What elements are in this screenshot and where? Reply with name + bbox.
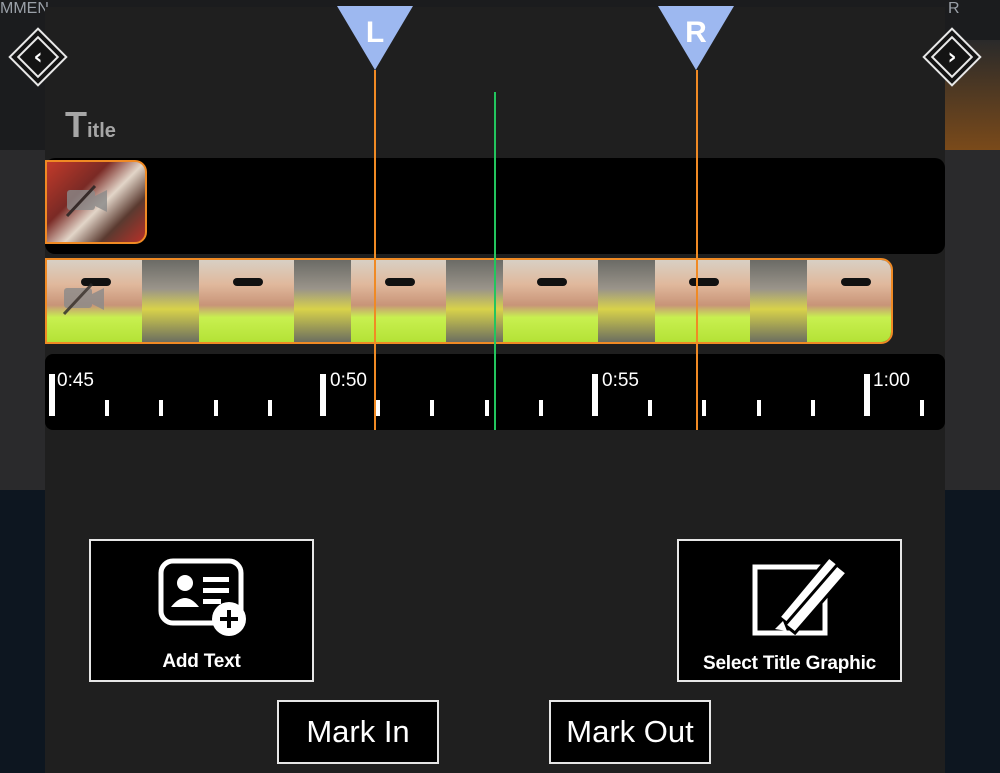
select-title-graphic-label: Select Title Graphic (702, 653, 877, 674)
ruler-minor-tick (702, 400, 706, 416)
video-camera-icon (62, 282, 104, 316)
background-header-label-left: MMEN (0, 0, 49, 17)
ruler-label: 1:00 (873, 370, 910, 391)
video-thumbnail (750, 260, 807, 342)
mark-out-button[interactable]: Mark Out (549, 700, 711, 764)
title-track-label: Title (65, 104, 116, 145)
ruler-minor-tick (105, 400, 109, 416)
mark-out-handle-label: R (685, 16, 707, 49)
video-thumbnail (351, 260, 446, 342)
add-contact-card-icon (158, 558, 246, 636)
mark-out-handle[interactable]: R (658, 6, 734, 70)
background-header-label-right: R (948, 0, 960, 17)
ruler-major-tick (592, 374, 598, 416)
ruler-label: 0:45 (57, 370, 94, 391)
ruler-minor-tick (159, 400, 163, 416)
add-text-label: Add Text (162, 651, 241, 672)
ruler-minor-tick (920, 400, 924, 416)
ruler-minor-tick (376, 400, 380, 416)
playhead[interactable] (494, 92, 496, 430)
add-text-button[interactable]: Add Text (89, 539, 314, 682)
mark-in-handle[interactable]: L (337, 6, 413, 70)
video-thumbnail (807, 260, 891, 342)
previous-button[interactable]: ‹ (8, 27, 68, 87)
video-thumbnail (598, 260, 655, 342)
mark-out-line (696, 70, 698, 430)
ruler-minor-tick (757, 400, 761, 416)
video-camera-icon (65, 184, 107, 218)
ruler-minor-tick (485, 400, 489, 416)
next-button[interactable]: › (922, 27, 982, 87)
mark-in-line (374, 70, 376, 430)
video-clip[interactable] (45, 258, 893, 344)
video-thumbnail (294, 260, 351, 342)
mark-in-button[interactable]: Mark In (277, 700, 439, 764)
title-clip[interactable] (45, 160, 147, 244)
select-title-graphic-button[interactable]: Select Title Graphic (677, 539, 902, 682)
video-thumbnail (199, 260, 294, 342)
ruler-minor-tick (648, 400, 652, 416)
ruler-minor-tick (430, 400, 434, 416)
video-thumbnail (142, 260, 199, 342)
ruler-label: 0:50 (330, 370, 367, 391)
video-thumbnail (655, 260, 750, 342)
video-thumbnail (503, 260, 598, 342)
ruler-major-tick (49, 374, 55, 416)
mark-in-handle-label: L (365, 16, 385, 49)
ruler-minor-tick (539, 400, 543, 416)
ruler-minor-tick (268, 400, 272, 416)
ruler-major-tick (864, 374, 870, 416)
ruler-minor-tick (214, 400, 218, 416)
ruler-minor-tick (811, 400, 815, 416)
ruler-label: 0:55 (602, 370, 639, 391)
pen-brush-frame-icon (752, 554, 850, 636)
ruler-major-tick (320, 374, 326, 416)
